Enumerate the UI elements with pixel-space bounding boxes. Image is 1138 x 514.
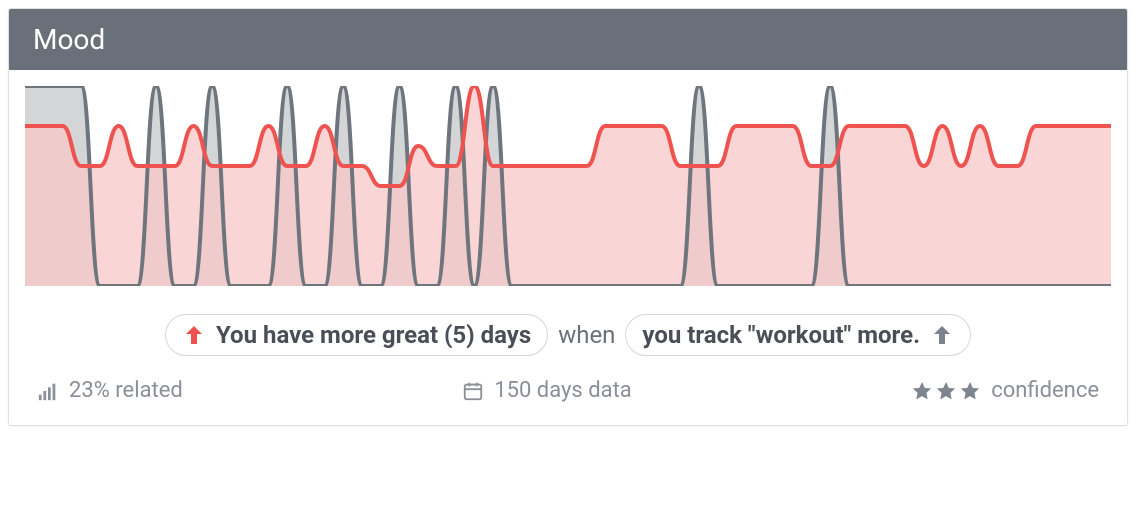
star-icon: [911, 380, 933, 402]
insight-left-text: You have more great (5) days: [216, 321, 531, 349]
chart-svg: [25, 86, 1111, 286]
related-text: 23% related: [69, 378, 183, 403]
star-icon: [935, 380, 957, 402]
days-item: 150 days data: [462, 378, 632, 403]
days-text: 150 days data: [494, 378, 632, 403]
chart-area: [9, 70, 1127, 294]
insight-pill-left[interactable]: You have more great (5) days: [165, 314, 548, 356]
chart-series-mood-fill: [25, 86, 1111, 286]
confidence-label: confidence: [991, 378, 1099, 403]
related-item: 23% related: [37, 378, 183, 403]
star-row: [911, 380, 981, 402]
calendar-icon: [462, 380, 484, 402]
card-title: Mood: [33, 23, 105, 56]
footer-row: 23% related 150 days data confidence: [9, 368, 1127, 425]
mood-card: Mood You have more great (5) days when y…: [8, 8, 1128, 426]
insight-right-text: you track "workout" more.: [642, 321, 920, 349]
insight-row: You have more great (5) days when you tr…: [9, 294, 1127, 368]
confidence-item: confidence: [911, 378, 1099, 403]
bars-icon: [37, 380, 59, 402]
arrow-up-red-icon: [182, 323, 206, 347]
arrow-up-gray-icon: [930, 323, 954, 347]
star-icon: [959, 380, 981, 402]
insight-joiner: when: [558, 321, 615, 349]
card-header: Mood: [9, 9, 1127, 70]
insight-pill-right[interactable]: you track "workout" more.: [625, 314, 971, 356]
